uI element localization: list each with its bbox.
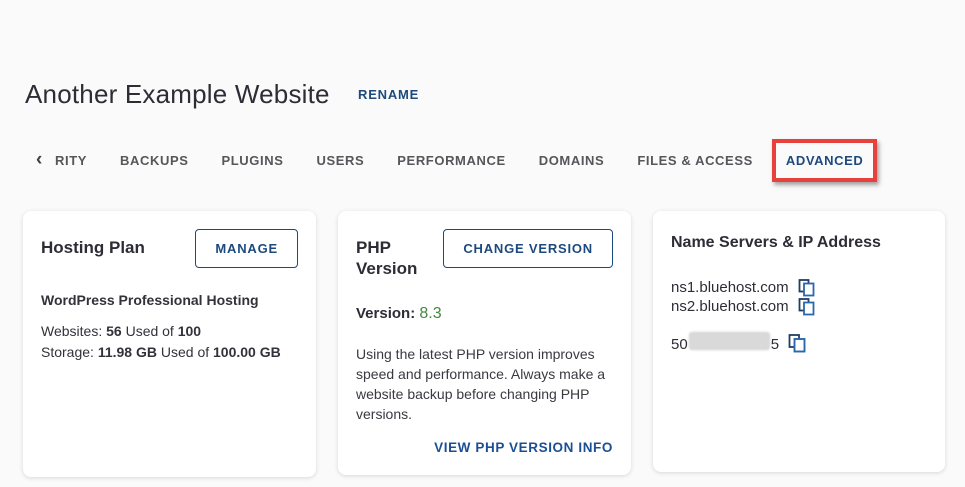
php-version-card: PHP Version CHANGE VERSION Version: 8.3 …: [338, 211, 631, 475]
tab-users[interactable]: USERS: [316, 153, 364, 169]
view-php-version-info-link[interactable]: VIEW PHP VERSION INFO: [434, 440, 613, 457]
tab-bar: RITY BACKUPS PLUGINS USERS PERFORMANCE D…: [55, 139, 878, 182]
name-servers-card: Name Servers & IP Address ns1.bluehost.c…: [653, 211, 945, 472]
ip-redaction-blur: [689, 333, 769, 349]
copy-icon[interactable]: [798, 278, 815, 297]
php-version-title: PHP Version: [356, 238, 418, 278]
tab-plugins[interactable]: PLUGINS: [222, 153, 284, 169]
storage-usage: Storage: 11.98 GB Used of 100.00 GB: [41, 342, 298, 363]
php-description: Using the latest PHP version improves sp…: [356, 346, 606, 422]
websites-used: 56: [106, 323, 122, 339]
ns2-value: ns2.bluehost.com: [671, 298, 789, 315]
ip-address-value: 50 5: [671, 333, 779, 354]
page-title: Another Example Website: [25, 79, 330, 109]
ns1-value: ns1.bluehost.com: [671, 279, 789, 296]
tab-backups[interactable]: BACKUPS: [120, 153, 188, 169]
ip-address-row: 50 5: [671, 333, 927, 354]
tab-files-access[interactable]: FILES & ACCESS: [637, 153, 753, 169]
cards-row: Hosting Plan MANAGE WordPress Profession…: [23, 211, 945, 477]
storage-sep: Used of: [156, 344, 214, 360]
php-version-line: Version: 8.3: [356, 305, 613, 323]
ns2-row: ns2.bluehost.com: [671, 297, 927, 316]
ip-prefix: 50: [671, 336, 688, 353]
copy-icon[interactable]: [798, 297, 815, 316]
plan-name: WordPress Professional Hosting: [41, 292, 259, 308]
copy-icon[interactable]: [788, 334, 806, 353]
ip-suffix: 5: [770, 336, 780, 353]
chevron-left-icon[interactable]: ‹: [36, 150, 42, 170]
storage-label: Storage:: [41, 344, 98, 360]
tab-performance[interactable]: PERFORMANCE: [397, 153, 505, 169]
manage-button[interactable]: MANAGE: [195, 229, 298, 268]
storage-used: 11.98 GB: [97, 344, 157, 360]
tab-advanced[interactable]: ADVANCED: [771, 139, 878, 182]
hosting-plan-card: Hosting Plan MANAGE WordPress Profession…: [23, 211, 316, 477]
storage-total: 100.00 GB: [213, 344, 281, 360]
name-servers-title: Name Servers & IP Address: [671, 234, 881, 251]
websites-usage: Websites: 56 Used of 100: [41, 321, 298, 342]
tab-security-partial[interactable]: RITY: [55, 153, 87, 169]
version-value: 8.3: [419, 305, 442, 322]
change-version-button[interactable]: CHANGE VERSION: [443, 229, 613, 268]
websites-sep: Used of: [121, 323, 178, 339]
hosting-plan-title: Hosting Plan: [41, 238, 145, 257]
websites-total: 100: [177, 323, 202, 339]
rename-button[interactable]: RENAME: [358, 87, 419, 102]
version-label: Version:: [356, 305, 420, 322]
tab-advanced-label: ADVANCED: [785, 153, 864, 168]
websites-label: Websites:: [41, 323, 107, 339]
ns1-row: ns1.bluehost.com: [671, 278, 927, 297]
tab-domains[interactable]: DOMAINS: [539, 153, 605, 169]
